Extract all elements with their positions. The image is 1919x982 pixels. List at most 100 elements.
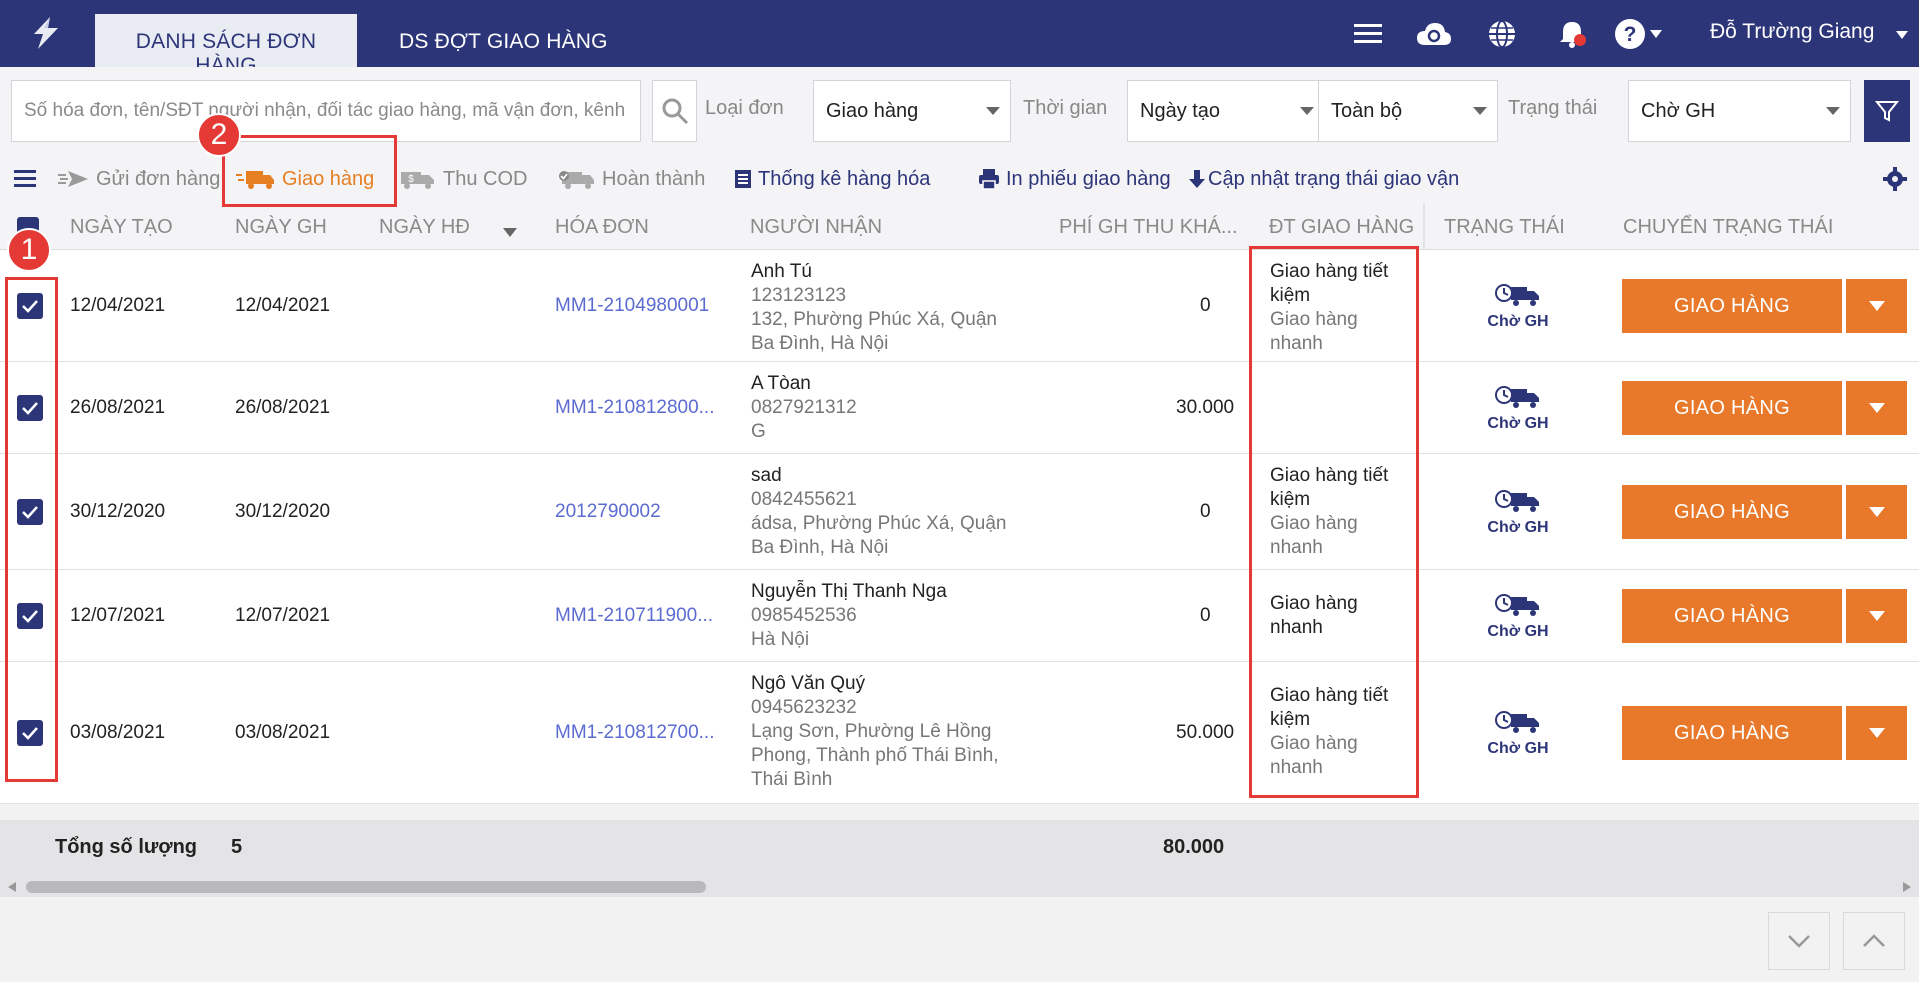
pending-truck-icon bbox=[1495, 386, 1539, 408]
deliver-action-button[interactable]: GIAO HÀNG bbox=[1622, 381, 1842, 435]
created-date: 30/12/2020 bbox=[70, 501, 166, 522]
print-delivery-button[interactable]: In phiếu giao hàng bbox=[978, 164, 1171, 194]
chevron-down-icon bbox=[1868, 611, 1885, 621]
col-delivery-date[interactable]: NGÀY GH bbox=[235, 216, 327, 239]
help-caret-icon[interactable] bbox=[1646, 16, 1666, 52]
top-navigation-bar: DANH SÁCH ĐƠN HÀNG DS ĐỢT GIAO HÀNG ? Đỗ… bbox=[0, 0, 1919, 77]
goods-stats-button[interactable]: Thống kê hàng hóa bbox=[734, 164, 930, 194]
chevron-down-icon bbox=[1473, 107, 1487, 115]
chevron-down-icon bbox=[1868, 728, 1885, 738]
delivery-date: 12/04/2021 bbox=[235, 295, 331, 316]
status-text: Chờ GH bbox=[1487, 740, 1549, 757]
update-shipping-label: Cập nhật trạng thái giao vận bbox=[1208, 167, 1460, 190]
action-dropdown-button[interactable] bbox=[1846, 706, 1907, 760]
annotation-badge-2: 2 bbox=[197, 113, 241, 157]
scroll-down-button[interactable] bbox=[1768, 912, 1830, 970]
receiver-address: G bbox=[751, 421, 766, 442]
status-select[interactable]: Chờ GH bbox=[1628, 80, 1851, 142]
action-dropdown-button[interactable] bbox=[1846, 589, 1907, 643]
invoice-link[interactable]: MM1-2104980001 bbox=[555, 295, 709, 317]
col-partner[interactable]: ĐT GIAO HÀNG bbox=[1269, 216, 1414, 239]
order-type-label: Loại đơn bbox=[705, 97, 784, 119]
action-dropdown-button[interactable] bbox=[1846, 485, 1907, 539]
receiver-phone: 0985452536 bbox=[751, 605, 857, 626]
table-row[interactable]: 26/08/2021 26/08/2021 MM1-210812800... A… bbox=[0, 362, 1919, 454]
deliver-action-button[interactable]: GIAO HÀNG bbox=[1622, 485, 1842, 539]
annotation-badge-1: 1 bbox=[7, 228, 51, 272]
delivery-date: 03/08/2021 bbox=[235, 722, 331, 743]
table-row[interactable]: 30/12/2020 30/12/2020 2012790002 sad 084… bbox=[0, 454, 1919, 570]
delivery-fee: 0 bbox=[1200, 295, 1211, 316]
time-range-select[interactable]: Toàn bộ bbox=[1318, 80, 1498, 142]
totals-row: Tổng số lượng 5 80.000 bbox=[0, 820, 1919, 875]
update-shipping-status-button[interactable]: Cập nhật trạng thái giao vận bbox=[1189, 164, 1459, 194]
col-invoice-date[interactable]: NGÀY HĐ bbox=[379, 216, 470, 239]
search-button[interactable] bbox=[652, 80, 697, 142]
status-text: Chờ GH bbox=[1487, 519, 1549, 536]
col-created-date[interactable]: NGÀY TẠO bbox=[70, 216, 173, 239]
chevron-down-icon bbox=[1868, 301, 1885, 311]
receiver-address: Hà Nội bbox=[751, 629, 810, 650]
col-invoice[interactable]: HÓA ĐƠN bbox=[555, 216, 649, 239]
svg-text:?: ? bbox=[1624, 23, 1637, 46]
cloud-sync-icon[interactable] bbox=[1416, 16, 1452, 52]
receiver-address: 132, Phường Phúc Xá, Quận bbox=[751, 309, 997, 330]
delivery-fee: 0 bbox=[1200, 605, 1211, 626]
table-row[interactable]: 03/08/2021 03/08/2021 MM1-210812700... N… bbox=[0, 662, 1919, 804]
collect-cod-button[interactable]: $ Thu COD bbox=[401, 164, 527, 194]
app-logo[interactable] bbox=[26, 14, 66, 52]
invoice-link[interactable]: MM1-210812800... bbox=[555, 397, 715, 419]
cod-truck-icon: $ bbox=[401, 172, 434, 189]
print-delivery-label: In phiếu giao hàng bbox=[1006, 167, 1171, 190]
receiver-name: A Tòan bbox=[751, 373, 811, 394]
col-status[interactable]: TRẠNG THÁI bbox=[1444, 216, 1565, 239]
order-type-value: Giao hàng bbox=[826, 99, 919, 122]
time-label: Thời gian bbox=[1023, 97, 1108, 119]
status-label: Trạng thái bbox=[1508, 97, 1598, 119]
col-receiver[interactable]: NGƯỜI NHẬN bbox=[750, 216, 882, 239]
filter-button[interactable] bbox=[1864, 80, 1910, 142]
tab-delivery-batch-list[interactable]: DS ĐỢT GIAO HÀNG bbox=[387, 14, 620, 67]
table-row[interactable]: 12/07/2021 12/07/2021 MM1-210711900... N… bbox=[0, 570, 1919, 662]
help-icon[interactable]: ? bbox=[1612, 16, 1648, 52]
invoice-link[interactable]: MM1-210812700... bbox=[555, 722, 715, 744]
user-name[interactable]: Đỗ Trường Giang bbox=[1710, 20, 1874, 44]
action-dropdown-button[interactable] bbox=[1846, 381, 1907, 435]
chevron-down-icon bbox=[1788, 935, 1810, 948]
bell-icon[interactable] bbox=[1554, 16, 1590, 52]
time-field-select[interactable]: Ngày tạo bbox=[1127, 80, 1325, 142]
deliver-action-button[interactable]: GIAO HÀNG bbox=[1622, 279, 1842, 333]
complete-label: Hoàn thành bbox=[602, 167, 706, 190]
horizontal-scrollbar[interactable] bbox=[0, 875, 1919, 897]
globe-icon[interactable] bbox=[1484, 16, 1520, 52]
receiver-info: Anh Tú 123123123 132, Phường Phúc Xá, Qu… bbox=[751, 260, 1031, 356]
col-fee[interactable]: PHÍ GH THU KHÁ... bbox=[1059, 216, 1238, 239]
user-menu-caret-icon[interactable] bbox=[1896, 26, 1908, 42]
search-input[interactable]: Số hóa đơn, tên/SĐT người nhận, đối tác … bbox=[11, 80, 641, 142]
send-arrow-icon bbox=[58, 171, 88, 187]
tab-order-list[interactable]: DANH SÁCH ĐƠN HÀNG bbox=[95, 14, 357, 77]
chevron-up-icon bbox=[1863, 934, 1885, 947]
action-dropdown-button[interactable] bbox=[1846, 279, 1907, 333]
send-order-button[interactable]: Gửi đơn hàng bbox=[58, 164, 220, 194]
scroll-up-button[interactable] bbox=[1843, 912, 1905, 970]
invoice-link[interactable]: 2012790002 bbox=[555, 501, 661, 523]
settings-gear-icon[interactable] bbox=[1883, 164, 1913, 194]
hamburger-menu-icon[interactable] bbox=[14, 164, 42, 194]
deliver-action-button[interactable]: GIAO HÀNG bbox=[1622, 589, 1842, 643]
scroll-thumb[interactable] bbox=[26, 881, 706, 893]
col-change-status[interactable]: CHUYỂN TRẠNG THÁI bbox=[1623, 216, 1833, 239]
deliver-action-button[interactable]: GIAO HÀNG bbox=[1622, 706, 1842, 760]
menu-icon[interactable] bbox=[1350, 16, 1386, 52]
created-date: 03/08/2021 bbox=[70, 722, 166, 743]
time-field-value: Ngày tạo bbox=[1140, 99, 1221, 122]
pending-truck-icon bbox=[1495, 711, 1539, 733]
order-type-select[interactable]: Giao hàng bbox=[813, 80, 1011, 142]
status-text: Chờ GH bbox=[1487, 623, 1549, 640]
time-range-value: Toàn bộ bbox=[1331, 99, 1403, 122]
sort-caret-icon[interactable] bbox=[503, 220, 517, 243]
complete-truck-icon bbox=[559, 171, 594, 189]
table-row[interactable]: 12/04/2021 12/04/2021 MM1-2104980001 Anh… bbox=[0, 250, 1919, 362]
complete-button[interactable]: Hoàn thành bbox=[558, 164, 705, 194]
invoice-link[interactable]: MM1-210711900... bbox=[555, 605, 713, 627]
